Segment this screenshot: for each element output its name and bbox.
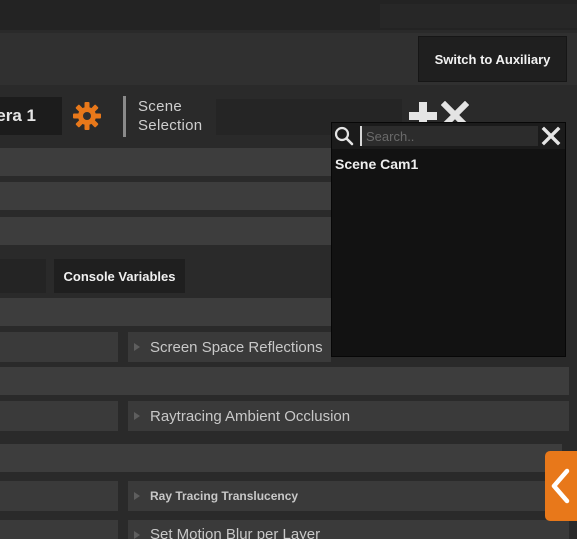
- item-label: Screen Space Reflections: [150, 338, 323, 356]
- property-row[interactable]: [0, 182, 331, 210]
- triangle-right-icon: [134, 343, 140, 351]
- vertical-divider: [123, 96, 126, 137]
- property-row[interactable]: [0, 148, 331, 176]
- switch-to-auxiliary-button[interactable]: Switch to Auxiliary: [418, 36, 567, 82]
- item-label: Raytracing Ambient Occlusion: [150, 407, 351, 425]
- console-left-field[interactable]: [0, 259, 46, 293]
- top-bar-shade: [380, 4, 577, 28]
- scene-selection-label: Scene Selection: [138, 98, 203, 134]
- search-input[interactable]: [360, 126, 538, 146]
- triangle-right-icon: [134, 412, 140, 420]
- property-left-field[interactable]: [0, 520, 118, 539]
- raytracing-ambient-occlusion-item[interactable]: Raytracing Ambient Occlusion: [128, 401, 569, 431]
- ray-tracing-translucency-item[interactable]: Ray Tracing Translucency: [128, 481, 569, 511]
- gear-icon[interactable]: [72, 101, 102, 131]
- triangle-right-icon: [134, 531, 140, 539]
- item-label: Ray Tracing Translucency: [150, 489, 299, 503]
- property-row[interactable]: [0, 298, 331, 326]
- scene-dropdown-popup: Scene Cam1: [331, 122, 566, 357]
- set-motion-blur-per-layer-item[interactable]: Set Motion Blur per Layer: [128, 520, 569, 539]
- camera-name-field[interactable]: era 1: [0, 97, 62, 135]
- triangle-right-icon: [134, 492, 140, 500]
- side-panel-toggle[interactable]: [545, 451, 577, 521]
- property-left-field[interactable]: [0, 401, 118, 431]
- dropdown-item-scene-cam1[interactable]: Scene Cam1: [335, 153, 561, 175]
- screen-space-reflections-item[interactable]: Screen Space Reflections: [128, 332, 331, 362]
- chevron-left-icon: [551, 468, 570, 504]
- property-left-field[interactable]: [0, 481, 118, 511]
- property-row[interactable]: [0, 444, 562, 472]
- console-variables-button[interactable]: Console Variables: [54, 259, 185, 293]
- item-label: Set Motion Blur per Layer: [150, 526, 321, 539]
- dropdown-search-bar: [332, 123, 565, 149]
- property-row[interactable]: [0, 367, 569, 395]
- search-icon: [334, 126, 354, 146]
- clear-icon[interactable]: [541, 126, 561, 146]
- app-window: Switch to Auxiliary era 1 Scene Selectio…: [0, 0, 577, 539]
- property-left-field[interactable]: [0, 332, 118, 362]
- property-row[interactable]: [0, 217, 331, 245]
